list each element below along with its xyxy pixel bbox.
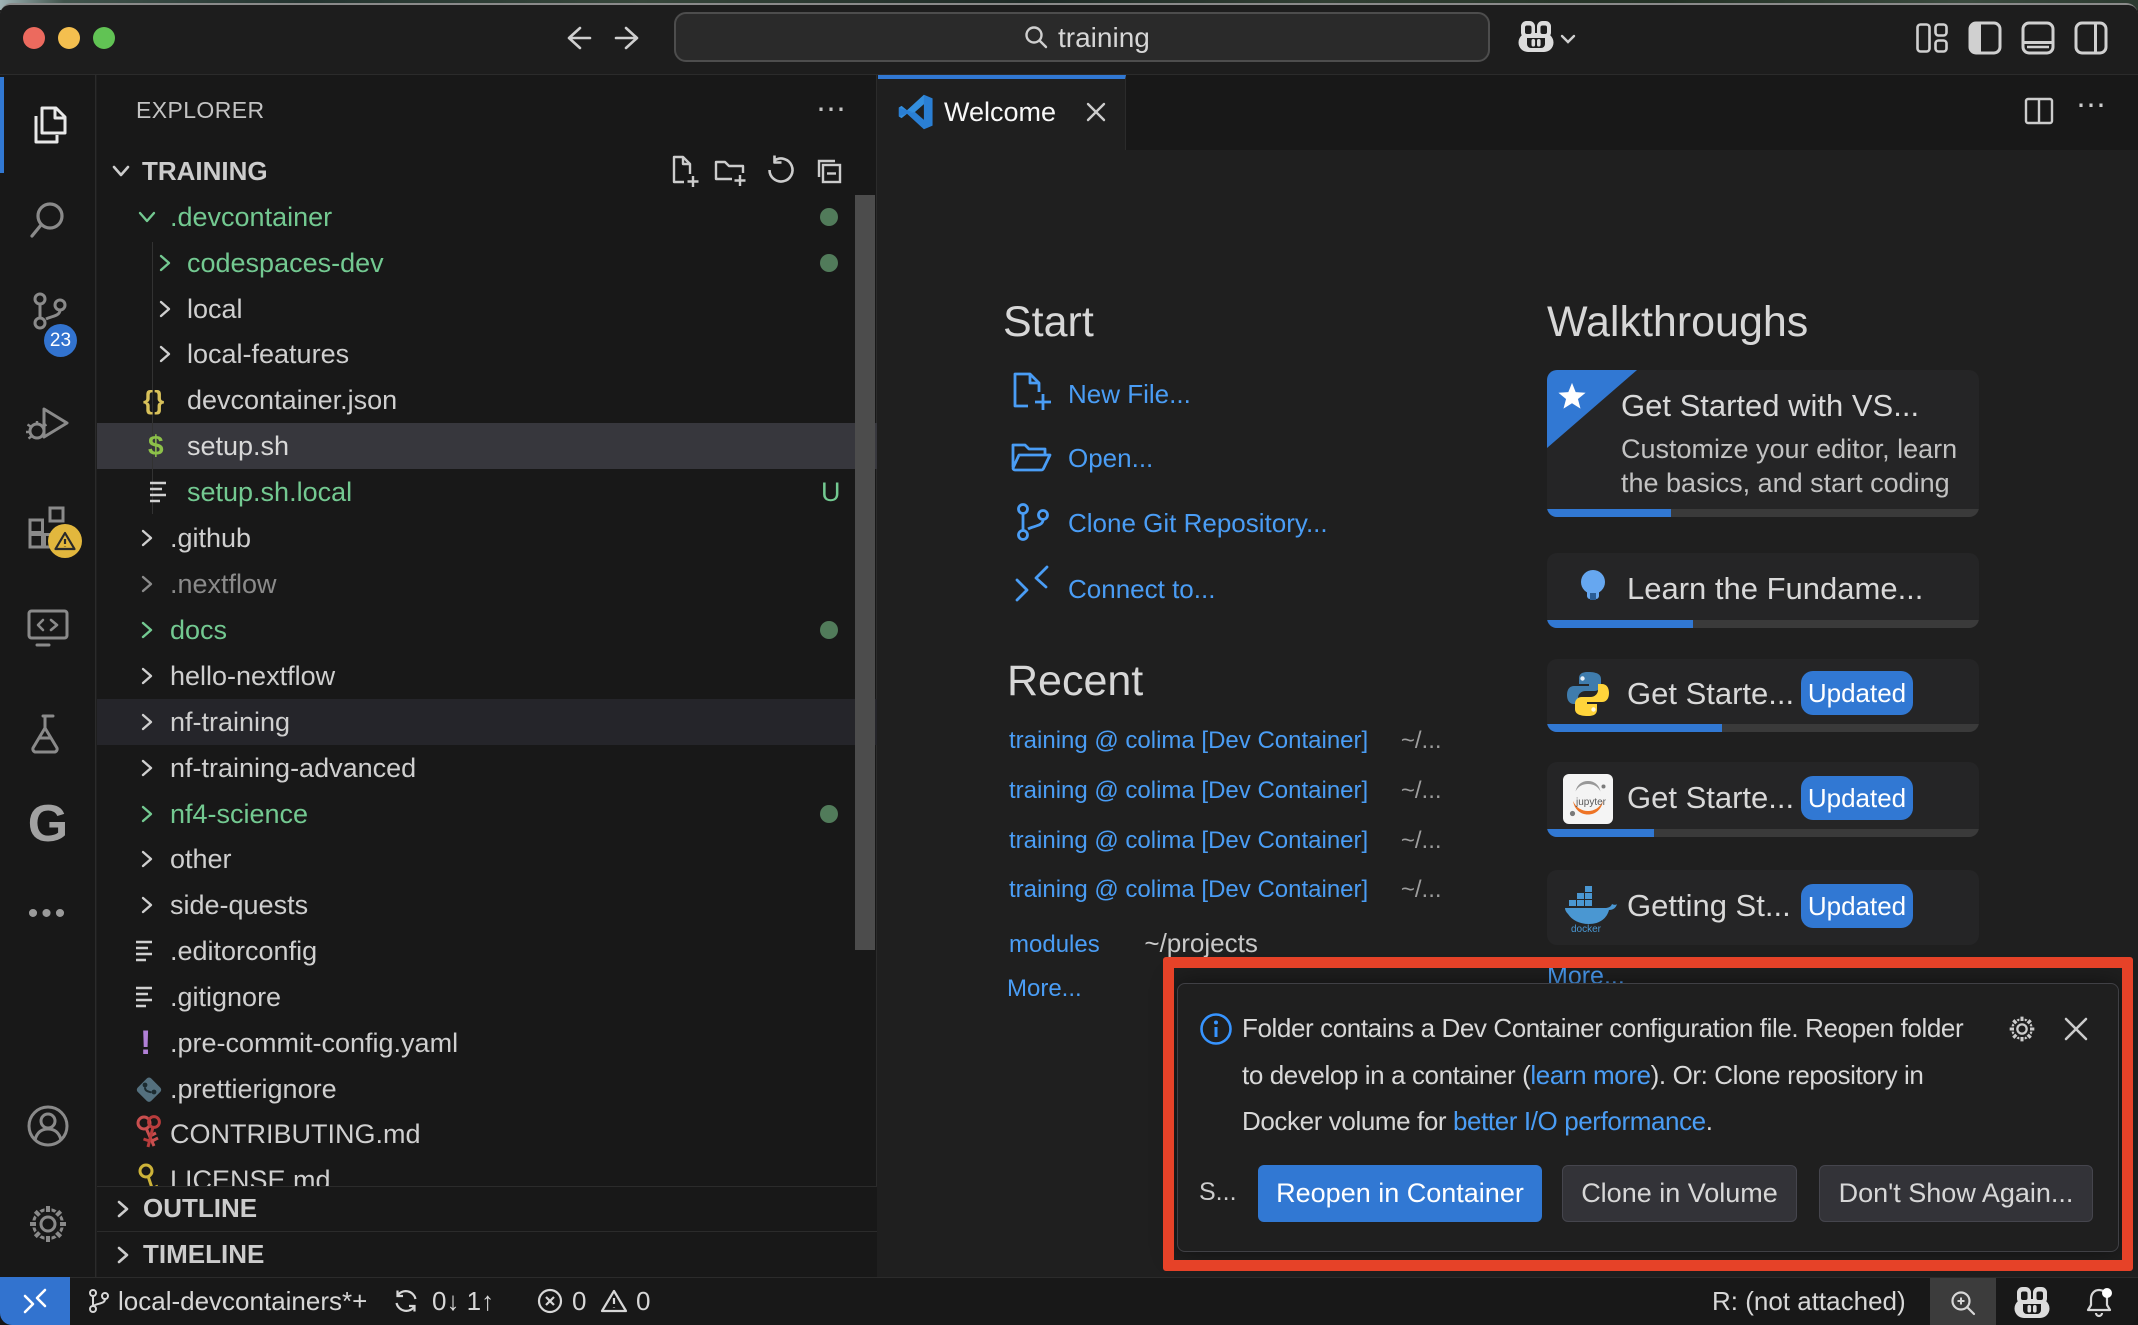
svg-text:jupyter: jupyter bbox=[1575, 797, 1607, 808]
svg-text:docker: docker bbox=[1571, 924, 1602, 935]
